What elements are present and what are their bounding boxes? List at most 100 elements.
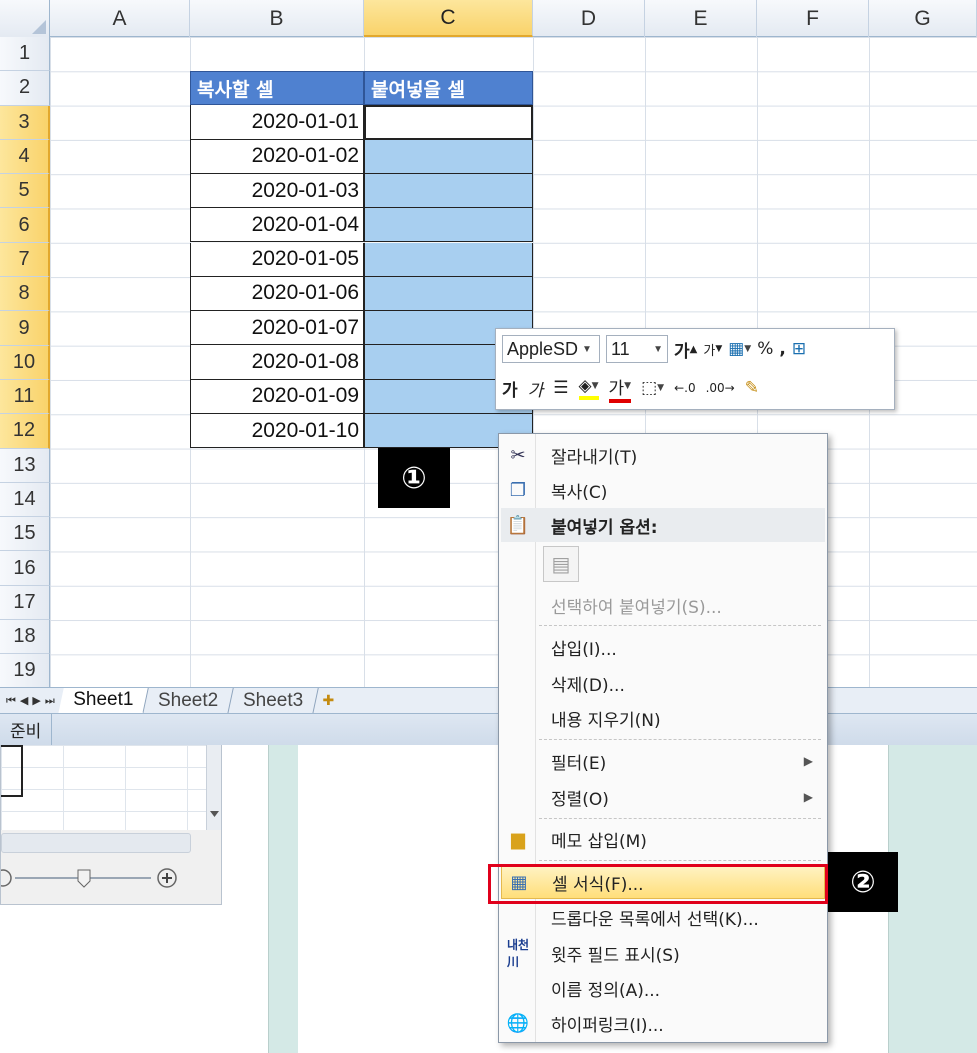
menu-item-insert-comment[interactable]: ▆ 메모 삽입(M)	[501, 822, 825, 856]
tab-sheet2[interactable]: Sheet2	[143, 687, 234, 714]
menu-item-clear-contents[interactable]: 내용 지우기(N)	[501, 701, 825, 735]
context-menu: ✂ 잘라내기(T) ❐ 복사(C) 📋 붙여넣기 옵션: ▤ 선택하여 붙여넣기…	[498, 433, 828, 1043]
row-header[interactable]: 15	[0, 517, 50, 552]
select-all-corner[interactable]	[0, 0, 50, 37]
menu-item-cut[interactable]: ✂ 잘라내기(T)	[501, 438, 825, 472]
background-panel	[888, 745, 977, 1053]
menu-item-phonetic[interactable]: 내천 川 윗주 필드 표시(S)	[501, 936, 825, 970]
menu-item-delete[interactable]: 삭제(D)...	[501, 666, 825, 700]
date-cell[interactable]: 2020-01-06	[190, 276, 364, 312]
background-vscroll[interactable]	[206, 745, 221, 830]
fill-color-icon[interactable]: ◈ ▼	[578, 376, 599, 400]
row-header[interactable]: 2	[0, 71, 50, 106]
percent-style-button[interactable]: %	[757, 339, 773, 359]
column-header-g[interactable]: G	[869, 0, 977, 37]
align-center-icon[interactable]: ☰	[553, 378, 568, 398]
row-header[interactable]: 6	[0, 208, 50, 243]
mini-toolbar-row-2: 가 가 ☰ ◈ ▼ 가 ▼ ⬚ ▼ ←.0 .00→ ✎	[502, 373, 759, 403]
row-header[interactable]: 8	[0, 277, 50, 312]
date-cell[interactable]: 2020-01-09	[190, 379, 364, 414]
increase-font-icon[interactable]: 가 ▲	[674, 337, 697, 362]
row-header[interactable]: 17	[0, 585, 50, 621]
row-header[interactable]: 1	[0, 37, 50, 72]
selected-cell[interactable]	[364, 276, 533, 312]
last-sheet-icon[interactable]: ⏭	[45, 694, 55, 708]
accounting-format-icon[interactable]: ▦ ▼	[728, 339, 751, 359]
menu-item-copy[interactable]: ❐ 복사(C)	[501, 473, 825, 507]
next-sheet-icon[interactable]: ▶	[32, 694, 40, 708]
font-name-select[interactable]: AppleSD ▼	[502, 335, 600, 363]
zoom-slider[interactable]	[1, 863, 221, 893]
increase-decimal-icon[interactable]: ←.0	[674, 381, 696, 395]
decrease-decimal-icon[interactable]: .00→	[706, 381, 735, 395]
decrease-font-icon[interactable]: 가 ▼	[703, 340, 722, 359]
font-size-select[interactable]: 11 ▼	[606, 335, 668, 363]
menu-section-paste-options: 📋 붙여넣기 옵션:	[501, 508, 825, 542]
tab-sheet3[interactable]: Sheet3	[228, 687, 320, 714]
italic-icon[interactable]: 가	[528, 376, 544, 401]
header-cell-paste[interactable]: 붙여넣을 셀	[364, 71, 533, 106]
row-header-bar: 1 2 3 4 5 6 7 8 9 10 11 12 13 14 15 16 1…	[0, 37, 50, 689]
submenu-arrow-icon: ▶	[803, 754, 813, 768]
date-cell[interactable]: 2020-01-04	[190, 208, 364, 243]
active-cell[interactable]	[364, 105, 533, 140]
column-header-e[interactable]: E	[645, 0, 757, 37]
first-sheet-icon[interactable]: ⏮	[6, 694, 16, 708]
menu-item-pick-from-list[interactable]: 드롭다운 목록에서 선택(K)...	[501, 900, 825, 934]
bold-icon[interactable]: 가	[502, 376, 518, 401]
menu-item-sort[interactable]: 정렬(O) ▶	[501, 780, 825, 814]
menu-item-insert[interactable]: 삽입(I)...	[501, 630, 825, 664]
menu-separator	[539, 739, 821, 740]
menu-item-hyperlink[interactable]: 🌐 하이퍼링크(I)...	[501, 1006, 825, 1040]
selected-cell[interactable]	[364, 139, 533, 174]
borders-icon[interactable]: ⬚ ▼	[641, 378, 664, 398]
merge-center-icon[interactable]: ⊞	[792, 339, 806, 359]
row-header[interactable]: 16	[0, 551, 50, 586]
comma-style-button[interactable]: ,	[779, 339, 785, 359]
row-header[interactable]: 7	[0, 242, 50, 278]
column-header-bar: A B C D E F G	[0, 0, 977, 37]
row-header[interactable]: 10	[0, 345, 50, 380]
menu-item-paste-special[interactable]: 선택하여 붙여넣기(S)...	[501, 588, 825, 622]
font-color-icon[interactable]: 가 ▼	[608, 374, 632, 403]
date-cell[interactable]: 2020-01-05	[190, 242, 364, 277]
selected-cell[interactable]	[364, 173, 533, 209]
row-header[interactable]: 19	[0, 654, 50, 689]
prev-sheet-icon[interactable]: ◀	[20, 694, 28, 708]
row-header[interactable]: 4	[0, 139, 50, 175]
date-cell[interactable]: 2020-01-01	[190, 105, 364, 140]
mini-toolbar-row-1: AppleSD ▼ 11 ▼ 가 ▲ 가 ▼ ▦ ▼ % , ⊞	[502, 334, 806, 364]
selected-cell[interactable]	[364, 208, 533, 243]
header-cell-copy[interactable]: 복사할 셀	[190, 71, 364, 106]
sheet-tab-bar: ⏮ ◀ ▶ ⏭ Sheet1 Sheet2 Sheet3 ✚	[0, 687, 977, 714]
row-header[interactable]: 9	[0, 311, 50, 346]
row-header[interactable]: 5	[0, 174, 50, 209]
column-header-d[interactable]: D	[533, 0, 645, 37]
scroll-down-icon	[210, 811, 219, 817]
menu-item-define-name[interactable]: 이름 정의(A)...	[501, 971, 825, 1005]
paste-option-button[interactable]: ▤	[543, 546, 579, 582]
column-header-f[interactable]: F	[757, 0, 869, 37]
date-cell[interactable]: 2020-01-03	[190, 173, 364, 209]
column-header-b[interactable]: B	[190, 0, 364, 37]
new-sheet-icon[interactable]: ✚	[322, 693, 334, 709]
format-painter-icon[interactable]: ✎	[745, 378, 759, 398]
date-cell[interactable]: 2020-01-02	[190, 139, 364, 174]
column-header-a[interactable]: A	[50, 0, 190, 37]
row-header[interactable]: 13	[0, 448, 50, 483]
tab-sheet1[interactable]: Sheet1	[57, 687, 149, 714]
date-cell[interactable]: 2020-01-10	[190, 414, 364, 449]
row-header[interactable]: 11	[0, 379, 50, 415]
row-header[interactable]: 14	[0, 482, 50, 518]
selected-cell[interactable]	[364, 242, 533, 277]
menu-item-filter[interactable]: 필터(E) ▶	[501, 744, 825, 778]
date-cell[interactable]: 2020-01-08	[190, 345, 364, 380]
background-hscroll[interactable]	[1, 833, 191, 853]
clipboard-icon: 📋	[506, 514, 530, 536]
row-header[interactable]: 12	[0, 414, 50, 449]
row-header[interactable]: 18	[0, 620, 50, 655]
column-header-c[interactable]: C	[364, 0, 533, 37]
date-cell[interactable]: 2020-01-07	[190, 311, 364, 346]
sheet-nav-buttons[interactable]: ⏮ ◀ ▶ ⏭	[0, 694, 61, 708]
row-header[interactable]: 3	[0, 105, 50, 140]
